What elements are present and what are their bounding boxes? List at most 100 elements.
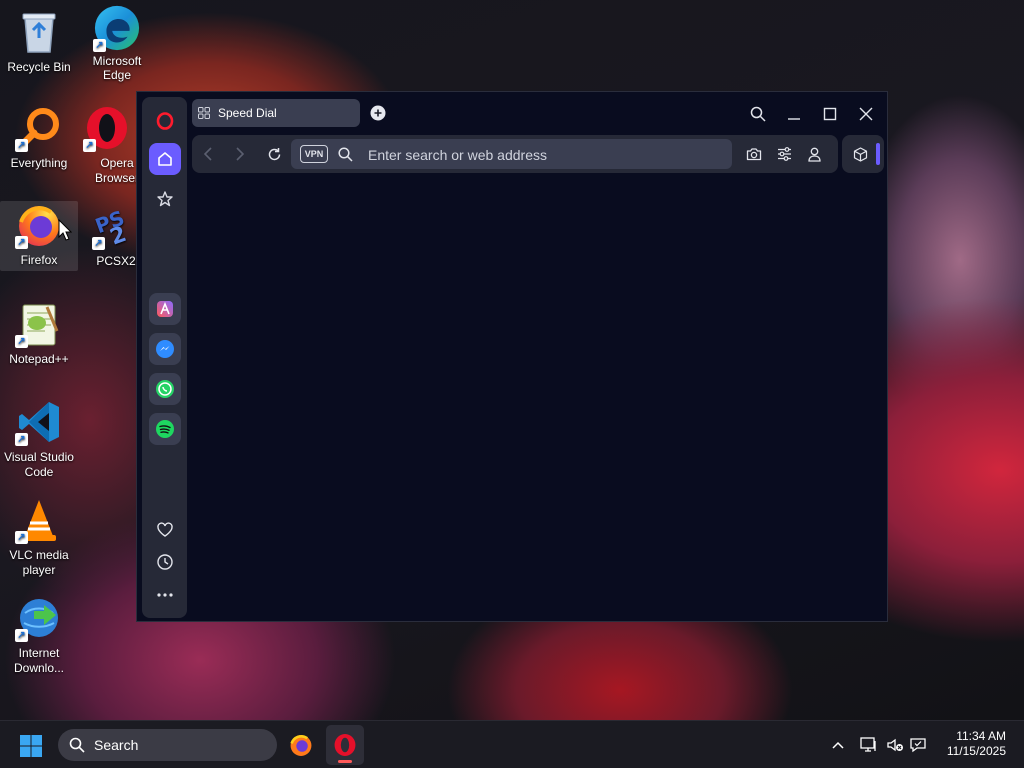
messenger-icon — [156, 340, 174, 358]
home-icon — [158, 152, 172, 166]
shortcut-arrow-icon: ↗ — [15, 531, 28, 544]
browser-sidebar — [142, 97, 187, 618]
desktop-icon-label: Visual Studio Code — [4, 450, 74, 479]
windows-logo-icon — [20, 735, 42, 757]
address-bar: VPN Enter search or web address — [192, 135, 838, 173]
tab-bar: Speed Dial — [192, 98, 882, 128]
desktop-icon-label: Opera Browser — [94, 156, 136, 185]
taskbar-search-label: Search — [94, 737, 139, 753]
opera-menu-button[interactable] — [149, 105, 181, 137]
idm-icon: ↗ — [15, 594, 63, 642]
clock-icon — [157, 554, 173, 570]
extensions-area — [842, 135, 884, 173]
sidebar-whatsapp-button[interactable] — [149, 373, 181, 405]
network-status-button[interactable] — [859, 735, 879, 755]
taskbar-search-box[interactable]: Search — [58, 729, 277, 761]
volume-button[interactable] — [885, 735, 905, 755]
desktop-icon-opera[interactable]: ↗ Opera Browser — [78, 104, 136, 186]
sidebar-spotify-button[interactable] — [149, 413, 181, 445]
opera-icon — [334, 734, 356, 756]
snapshot-button[interactable] — [744, 144, 764, 164]
search-icon — [69, 737, 85, 753]
star-icon — [157, 191, 173, 207]
close-button[interactable] — [855, 103, 877, 125]
tab-search-button[interactable] — [747, 103, 769, 125]
sidebar-history-button[interactable] — [149, 546, 181, 578]
search-icon — [750, 106, 766, 122]
notification-button[interactable] — [907, 735, 929, 755]
desktop-icon-vlc[interactable]: ↗ VLC media player — [0, 496, 78, 578]
opera-logo-icon — [156, 112, 174, 130]
shortcut-arrow-icon: ↗ — [15, 236, 28, 249]
shortcut-arrow-icon: ↗ — [15, 629, 28, 642]
desktop-icon-label: Notepad++ — [9, 352, 69, 366]
extensions-button[interactable] — [850, 144, 870, 164]
taskbar-opera-button[interactable] — [326, 725, 364, 765]
plus-icon — [370, 105, 386, 121]
new-tab-button[interactable] — [368, 103, 388, 123]
cube-icon — [853, 146, 867, 162]
sidebar-pinboards-button[interactable] — [149, 183, 181, 215]
opera-browser-window: Speed Dial VPN Enter search or web addre… — [136, 91, 888, 622]
whatsapp-icon — [156, 380, 174, 398]
maximize-icon — [823, 107, 837, 121]
sidebar-aria-button[interactable] — [149, 293, 181, 325]
opera-icon: ↗ — [83, 104, 131, 152]
monitor-network-icon — [860, 737, 876, 752]
desktop-icon-internet-download-manager[interactable]: ↗ Internet Downlo... — [0, 594, 78, 676]
search-icon — [338, 147, 353, 162]
desktop-icon-label: Microsoft Edge — [92, 54, 142, 82]
desktop-icon-everything[interactable]: ↗ Everything — [0, 104, 78, 170]
sidebar-home-button[interactable] — [149, 143, 181, 175]
desktop-icon-label: VLC media player — [9, 548, 69, 577]
aria-icon — [157, 301, 173, 317]
vscode-icon: ↗ — [15, 398, 63, 446]
shortcut-arrow-icon: ↗ — [83, 139, 96, 152]
vpn-badge[interactable]: VPN — [300, 145, 328, 163]
chevron-up-icon — [832, 741, 844, 749]
desktop-icon-microsoft-edge[interactable]: ↗ Microsoft Edge — [78, 4, 156, 82]
reload-icon — [268, 147, 280, 160]
easy-setup-button[interactable] — [774, 144, 794, 164]
chat-bubble-icon — [910, 738, 926, 753]
profile-button[interactable] — [804, 144, 824, 164]
everything-search-icon: ↗ — [15, 104, 63, 152]
show-hidden-icons-button[interactable] — [828, 735, 848, 755]
heart-icon — [157, 522, 173, 537]
shortcut-arrow-icon: ↗ — [92, 237, 105, 250]
back-button[interactable] — [198, 144, 218, 164]
recycle-bin-icon — [15, 8, 63, 56]
desktop-icon-notepadpp[interactable]: ↗ Notepad++ — [0, 300, 78, 366]
maximize-button[interactable] — [819, 103, 841, 125]
taskbar-clock[interactable]: 11:34 AM 11/15/2025 — [947, 729, 1006, 759]
forward-button[interactable] — [230, 144, 250, 164]
minimize-icon — [788, 118, 800, 120]
active-app-indicator — [338, 760, 352, 763]
notepadpp-icon: ↗ — [15, 300, 63, 348]
desktop-icon-label: Recycle Bin — [7, 60, 71, 74]
sidebar-accent-indicator — [876, 143, 880, 165]
address-placeholder: Enter search or web address — [368, 147, 547, 163]
desktop-icon-vscode[interactable]: ↗ Visual Studio Code — [0, 398, 78, 480]
desktop-icon-recycle-bin[interactable]: Recycle Bin — [0, 8, 78, 74]
tab-speed-dial[interactable]: Speed Dial — [192, 99, 360, 127]
sidebar-more-button[interactable] — [149, 579, 181, 611]
start-button[interactable] — [18, 733, 44, 759]
camera-icon — [746, 148, 762, 161]
shortcut-arrow-icon: ↗ — [15, 139, 28, 152]
sidebar-messenger-button[interactable] — [149, 333, 181, 365]
desktop-icon-label: Everything — [10, 156, 68, 170]
desktop-icon-label: Firefox — [20, 253, 58, 267]
firefox-icon: ↗ — [15, 201, 63, 249]
shortcut-arrow-icon: ↗ — [93, 39, 106, 52]
sidebar-bookmarks-button[interactable] — [149, 514, 181, 546]
reload-button[interactable] — [264, 144, 284, 164]
tab-title: Speed Dial — [218, 106, 277, 120]
user-icon — [807, 147, 821, 162]
minimize-button[interactable] — [783, 103, 805, 125]
taskbar-firefox-button[interactable] — [286, 729, 316, 761]
chevron-right-icon — [236, 147, 245, 161]
url-field[interactable]: VPN Enter search or web address — [291, 139, 732, 169]
mouse-cursor-icon — [58, 219, 72, 241]
vlc-icon: ↗ — [15, 496, 63, 544]
